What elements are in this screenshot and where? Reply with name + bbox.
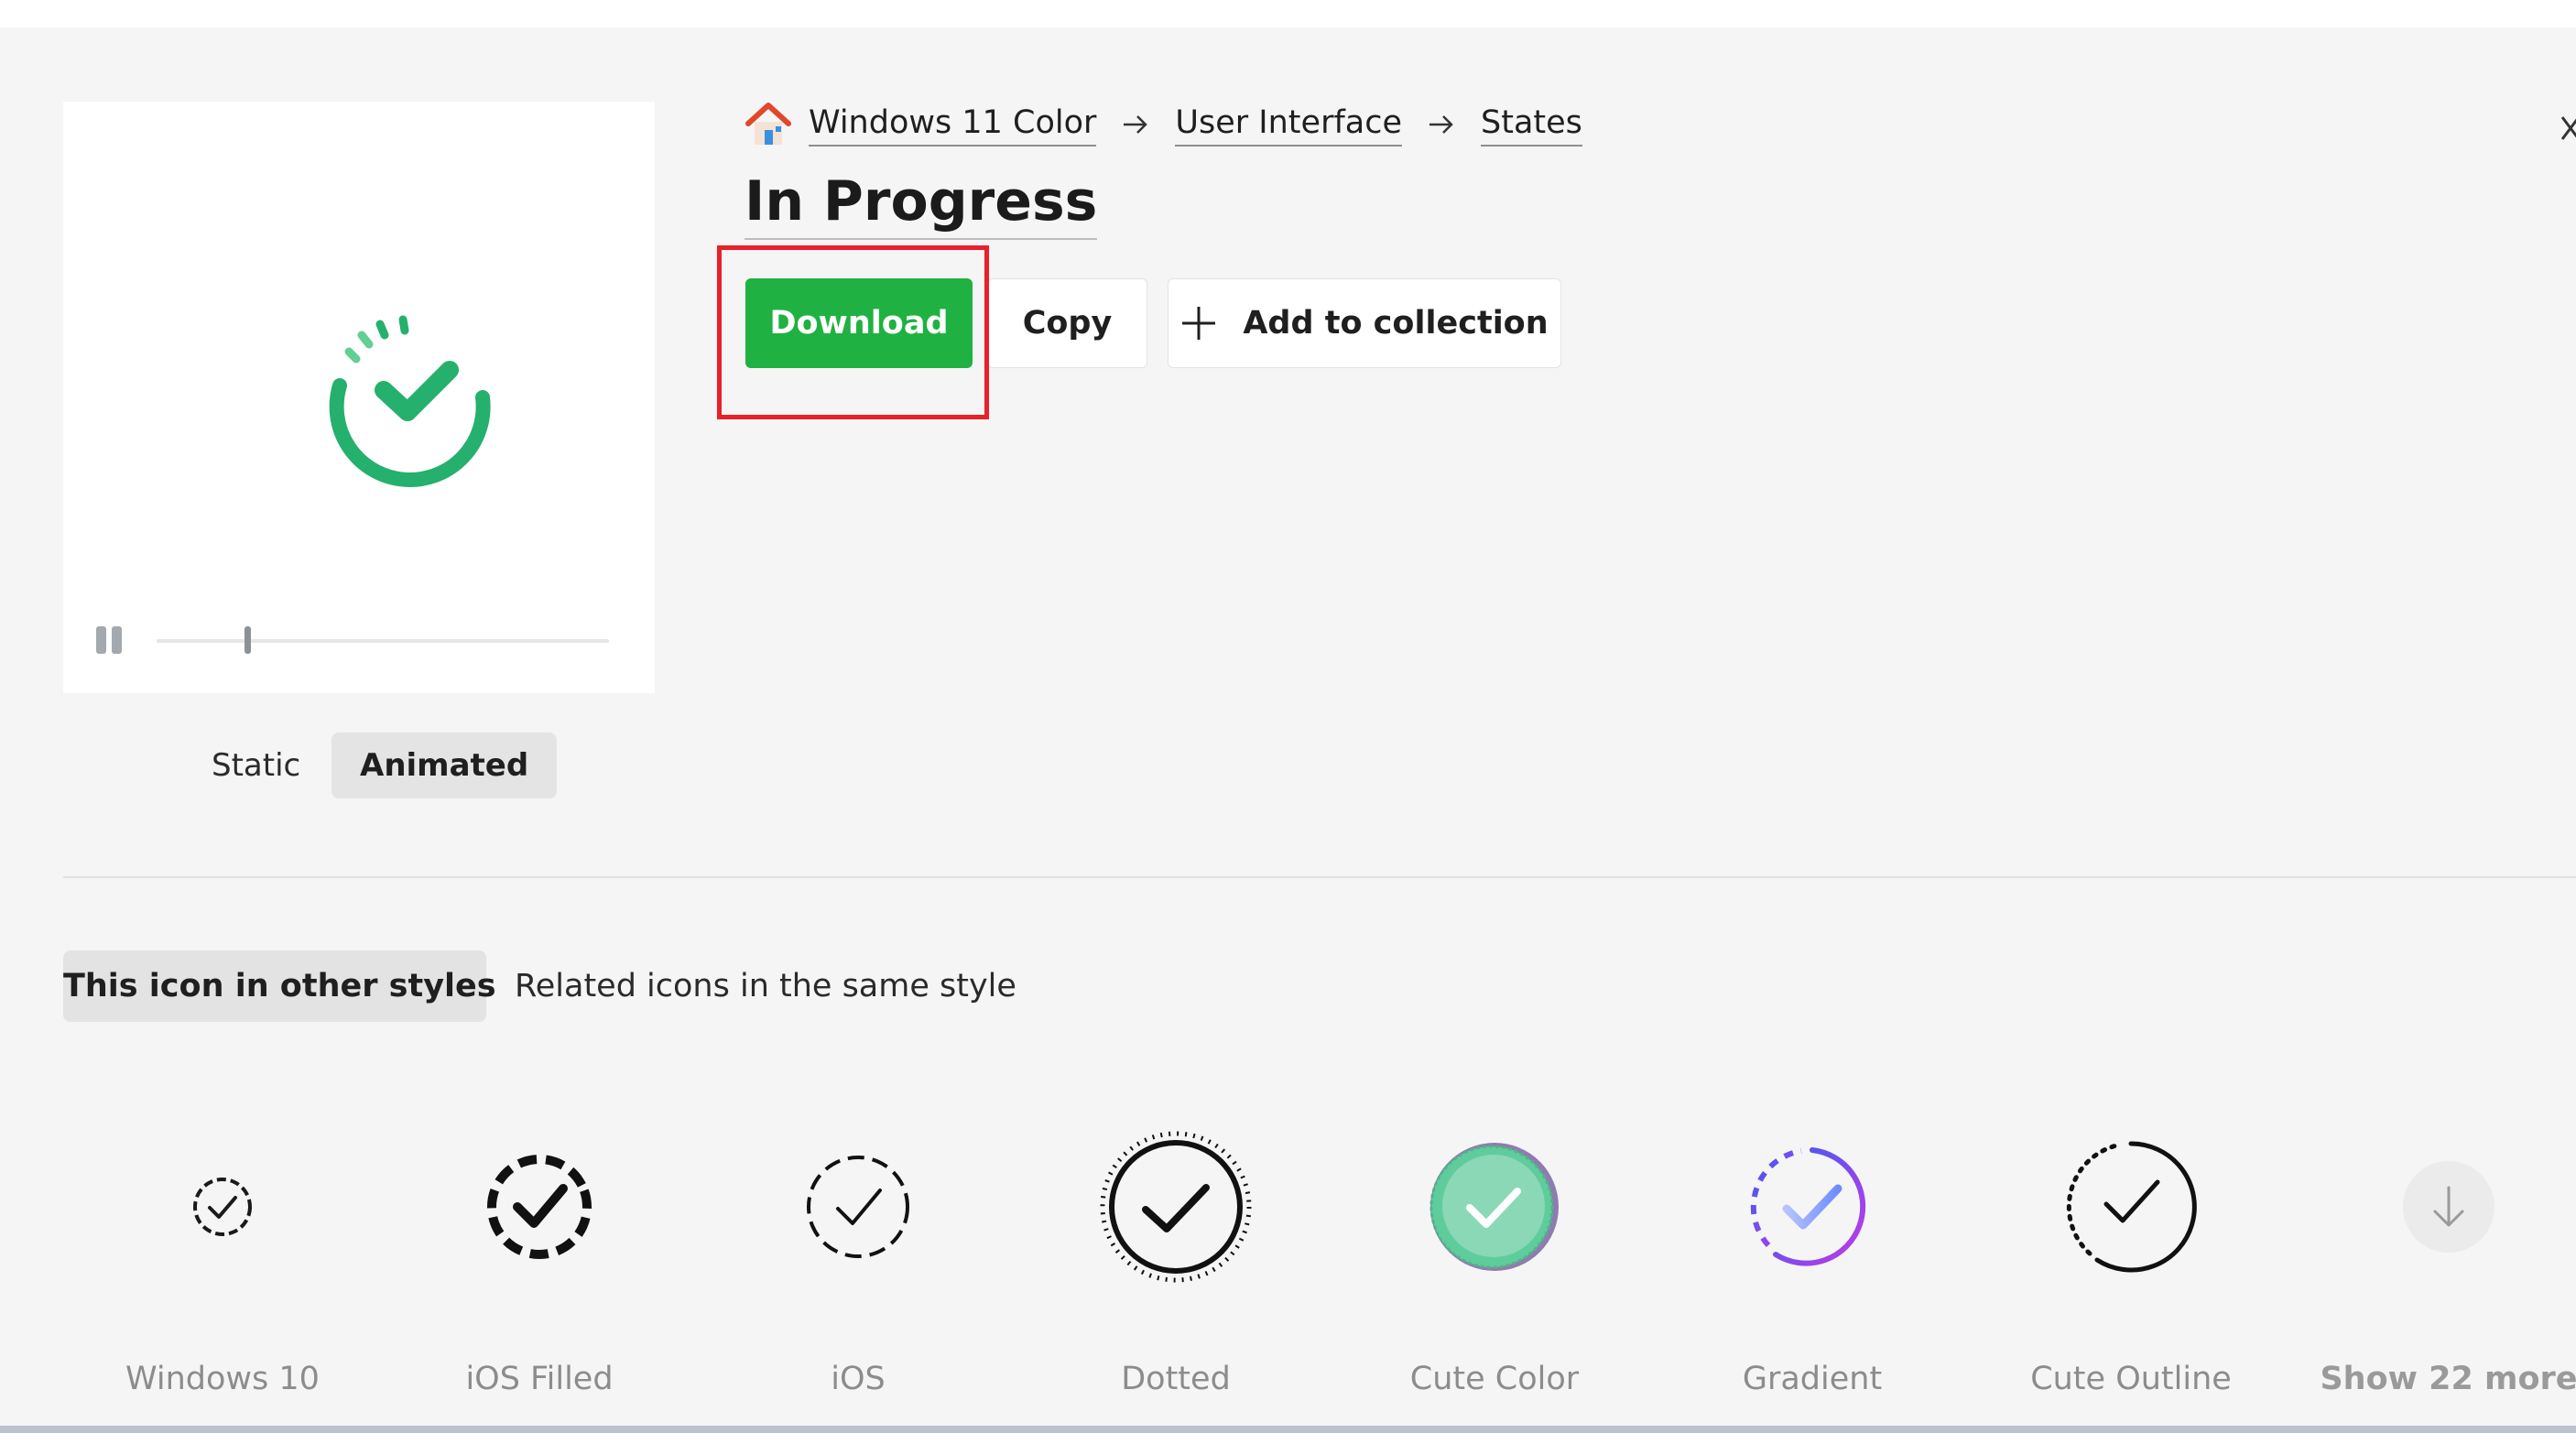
divider bbox=[63, 876, 2576, 878]
show-more-label: Show 22 more bbox=[2320, 1361, 2576, 1397]
playback-track[interactable] bbox=[157, 639, 609, 643]
add-to-collection-label: Add to collection bbox=[1243, 305, 1549, 342]
style-item-gradient[interactable]: Gradient bbox=[1666, 1115, 1959, 1397]
plus-icon bbox=[1182, 307, 1216, 340]
style-item-windows-10[interactable]: Windows 10 bbox=[76, 1115, 369, 1397]
bottom-border bbox=[0, 1426, 2576, 1433]
check-circle-dashed-icon bbox=[807, 1156, 909, 1258]
arrow-right-icon bbox=[1124, 115, 1148, 134]
in-progress-icon bbox=[329, 315, 491, 487]
show-more-button[interactable]: Show 22 more bbox=[2302, 1115, 2576, 1397]
style-label: Cute Outline bbox=[2030, 1361, 2232, 1397]
icon-preview bbox=[63, 102, 655, 693]
style-item-ios-filled[interactable]: iOS Filled bbox=[393, 1115, 686, 1397]
check-circle-dashed-small-icon bbox=[193, 1178, 252, 1236]
page-title: In Progress bbox=[745, 165, 1098, 240]
style-label: iOS bbox=[831, 1361, 886, 1397]
mode-static-button[interactable]: Static bbox=[183, 733, 329, 798]
playback-scrubber[interactable] bbox=[244, 626, 251, 654]
breadcrumb-windows-11-color[interactable]: Windows 11 Color bbox=[809, 103, 1097, 147]
copy-button[interactable]: Copy bbox=[987, 278, 1147, 368]
breadcrumb: Windows 11 Color User Interface States bbox=[745, 99, 1582, 150]
style-label: Gradient bbox=[1742, 1361, 1883, 1397]
arrow-right-icon bbox=[1429, 115, 1453, 134]
check-circle-cute-outline-icon bbox=[2066, 1141, 2197, 1273]
close-icon[interactable] bbox=[2560, 112, 2576, 148]
mode-animated-button[interactable]: Animated bbox=[332, 733, 558, 798]
tab-related-icons[interactable]: Related icons in the same style bbox=[515, 950, 1016, 1022]
style-item-dotted[interactable]: Dotted bbox=[1029, 1115, 1322, 1397]
more-circle bbox=[2403, 1161, 2494, 1253]
add-to-collection-button[interactable]: Add to collection bbox=[1168, 278, 1561, 368]
check-circle-dotted-icon bbox=[1100, 1131, 1252, 1283]
tab-other-styles[interactable]: This icon in other styles bbox=[63, 950, 496, 1022]
check-circle-dashed-bold-icon bbox=[487, 1155, 592, 1259]
style-label: iOS Filled bbox=[465, 1361, 614, 1397]
check-circle-cute-color-icon bbox=[1429, 1143, 1559, 1271]
style-label: Cute Color bbox=[1409, 1361, 1580, 1397]
breadcrumb-states[interactable]: States bbox=[1481, 103, 1582, 147]
style-label: Dotted bbox=[1121, 1361, 1231, 1397]
style-item-cute-color[interactable]: Cute Color bbox=[1348, 1115, 1641, 1397]
arrow-down-icon bbox=[2433, 1186, 2464, 1227]
highlight-annotation bbox=[717, 245, 989, 419]
breadcrumb-user-interface[interactable]: User Interface bbox=[1175, 103, 1403, 147]
style-label: Windows 10 bbox=[125, 1361, 320, 1397]
style-item-ios[interactable]: iOS bbox=[712, 1115, 1005, 1397]
home-icon[interactable] bbox=[745, 102, 792, 147]
style-item-cute-outline[interactable]: Cute Outline bbox=[1984, 1115, 2277, 1397]
check-circle-gradient-icon bbox=[1750, 1147, 1866, 1266]
pause-icon[interactable] bbox=[96, 626, 122, 654]
